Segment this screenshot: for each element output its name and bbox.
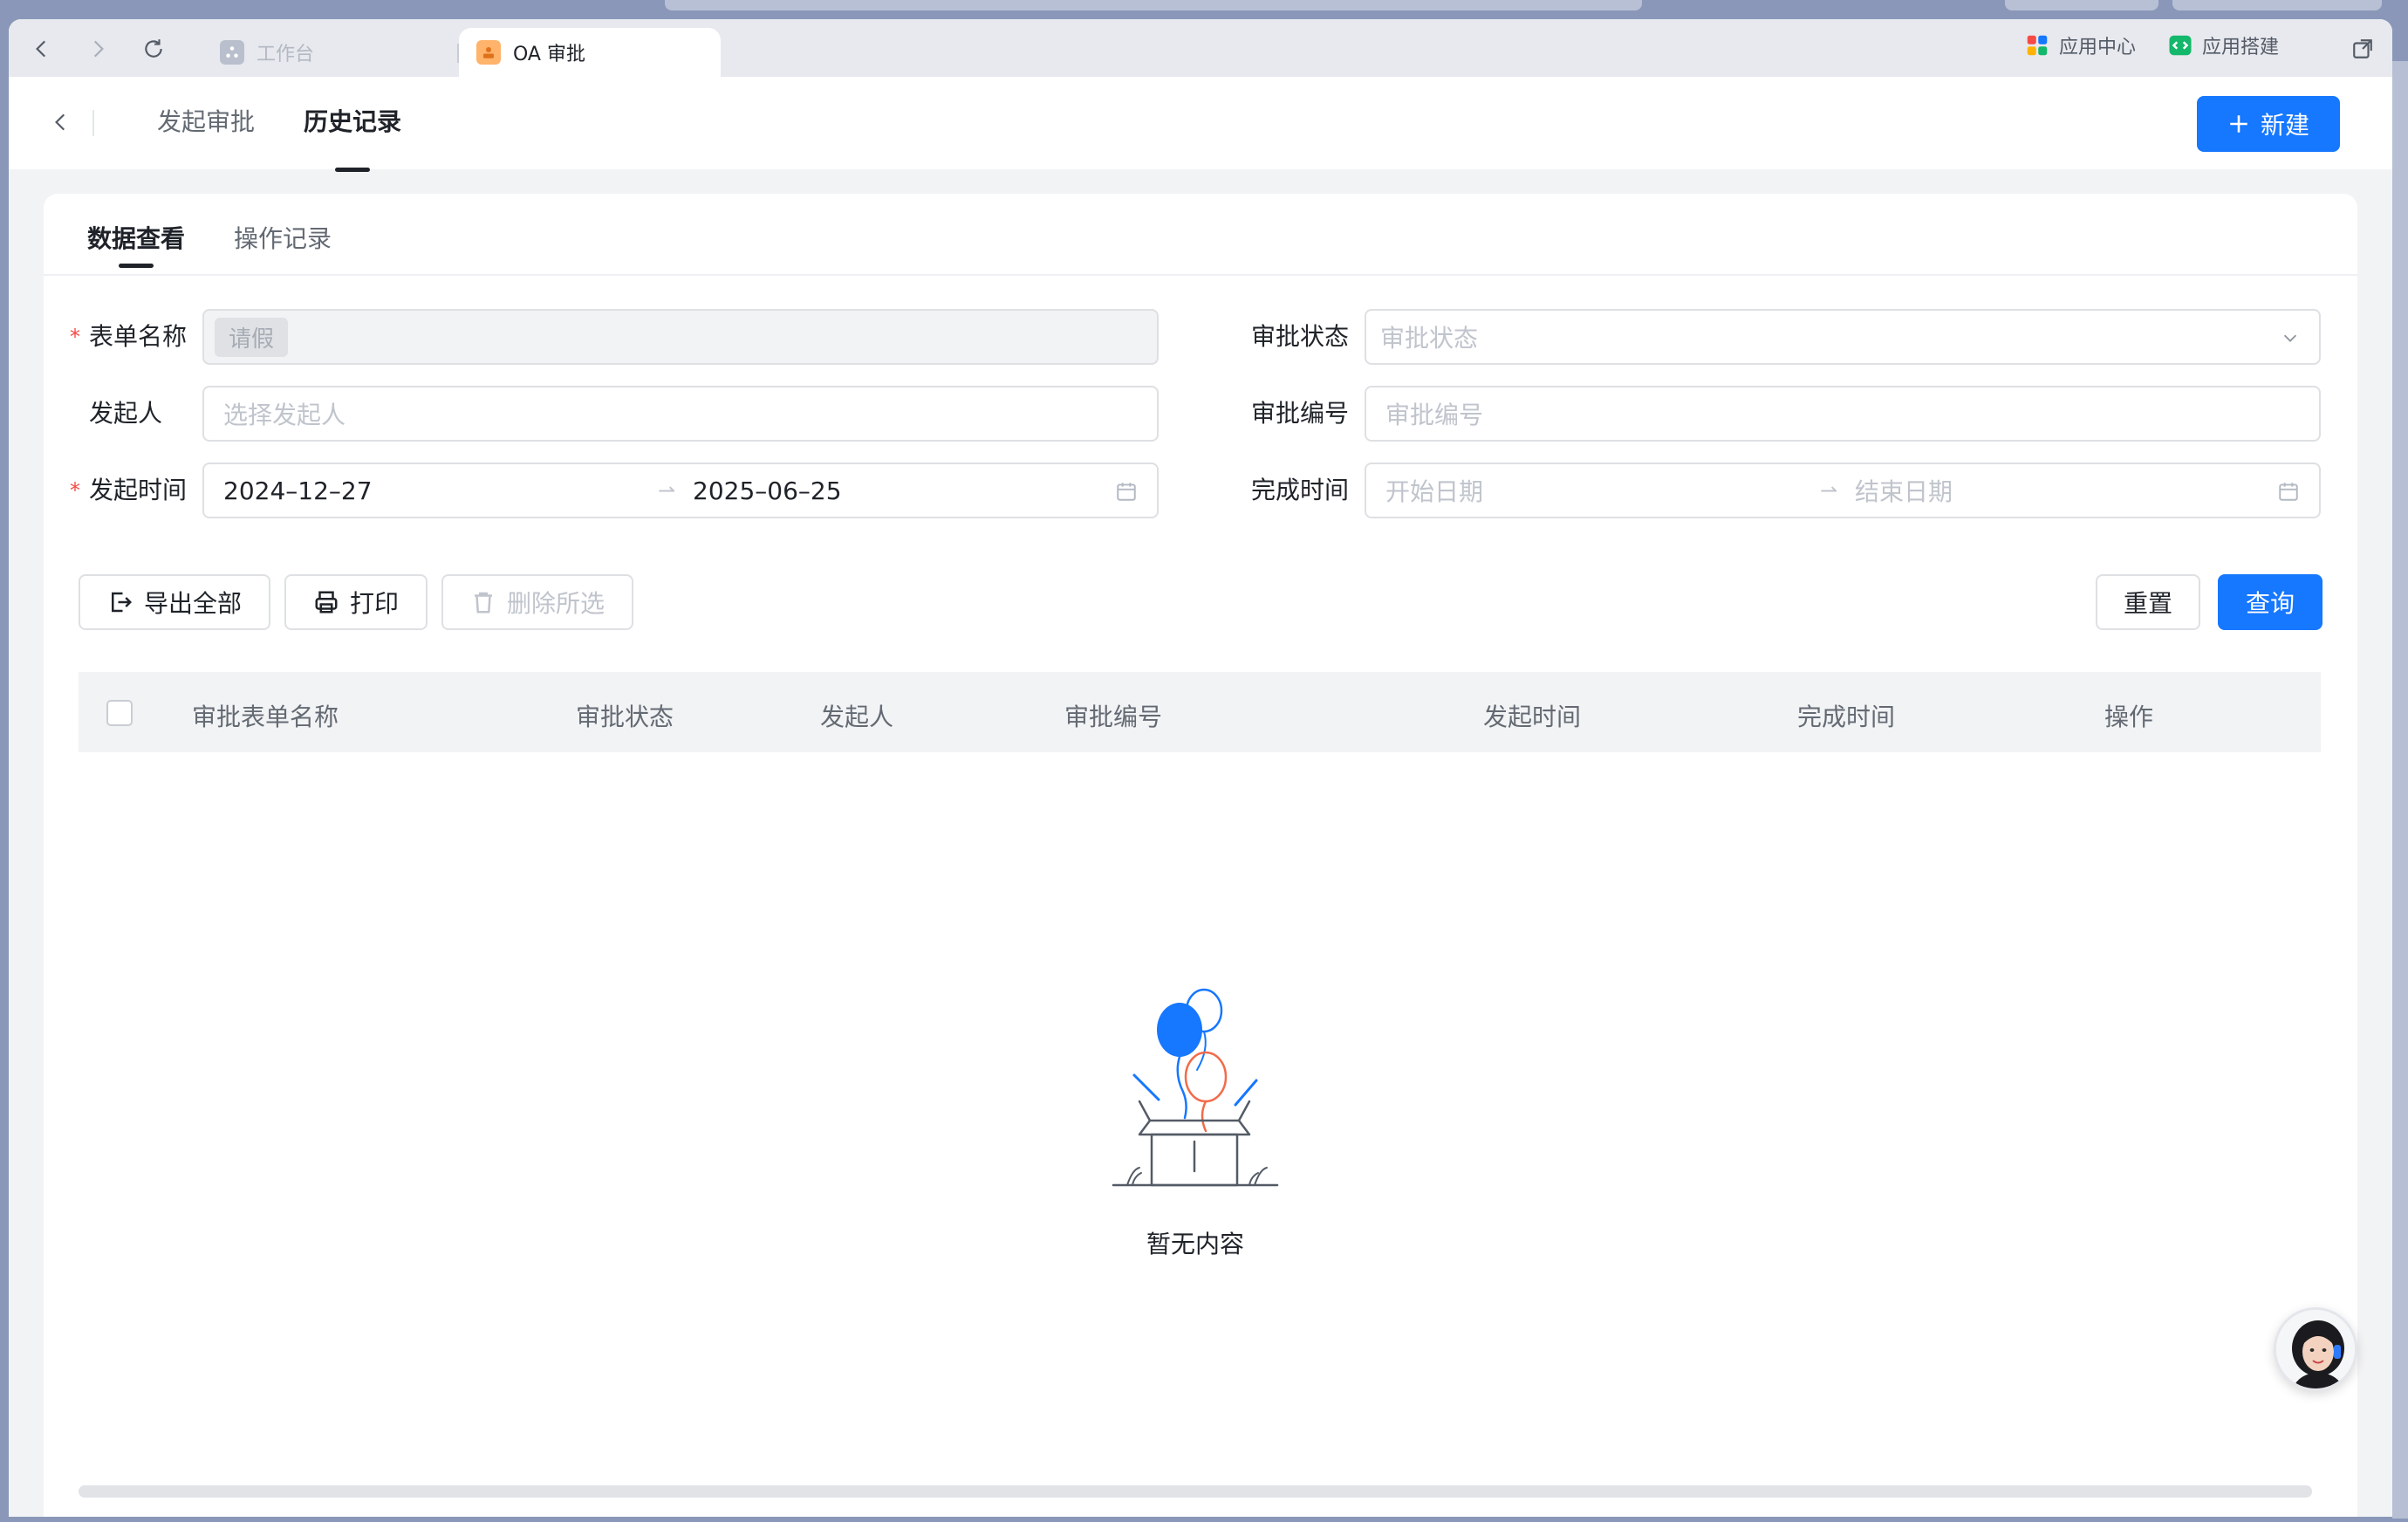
- new-button[interactable]: 新建: [2197, 96, 2340, 152]
- table-header: 审批表单名称 审批状态 发起人 审批编号 发起时间 完成时间 操作: [79, 672, 2321, 752]
- range-arrow-icon: ⇀: [1820, 478, 1838, 503]
- chevron-down-icon: [2283, 334, 2297, 342]
- new-button-label: 新建: [2260, 111, 2309, 140]
- finish-time-to[interactable]: 结束日期: [1855, 473, 1953, 508]
- required-mark: *: [70, 325, 80, 349]
- desktop-bar: [2005, 0, 2158, 10]
- subtab-data-view[interactable]: 数据查看: [87, 220, 185, 255]
- finish-time-label: 完成时间: [1251, 476, 1350, 504]
- required-mark: *: [70, 478, 80, 503]
- query-button[interactable]: 查询: [2218, 574, 2322, 630]
- code-label: 审批编号: [1251, 399, 1350, 428]
- form-name-tag: 请假: [215, 317, 289, 357]
- desktop-bar: [2172, 0, 2382, 10]
- app-builder-button[interactable]: 应用搭建: [2167, 31, 2279, 59]
- column-header[interactable]: 审批表单名称: [192, 698, 339, 733]
- back-arrow-icon[interactable]: [44, 105, 79, 140]
- reset-label: 重置: [2123, 589, 2172, 618]
- tab-start-approval[interactable]: 发起审批: [157, 103, 255, 138]
- trash-icon: [474, 592, 492, 614]
- delete-selected-label: 删除所选: [506, 589, 605, 618]
- column-header[interactable]: 审批编号: [1064, 698, 1162, 733]
- refresh-icon[interactable]: [138, 33, 169, 65]
- select-all-checkbox[interactable]: [106, 700, 133, 726]
- query-label: 查询: [2245, 589, 2295, 618]
- reset-button[interactable]: 重置: [2096, 574, 2200, 630]
- export-all-button[interactable]: 导出全部: [79, 574, 270, 630]
- main-card: 数据查看 操作记录 * 表单名称 请假 审批状态 审批状态 发起人 选择发起人 …: [44, 194, 2357, 1517]
- app-builder-label: 应用搭建: [2202, 37, 2280, 58]
- tab-label: 工作台: [257, 44, 315, 65]
- app-center-icon: [2027, 35, 2048, 56]
- column-header[interactable]: 审批状态: [576, 698, 674, 733]
- code-placeholder: 审批编号: [1385, 401, 1484, 429]
- initiator-input[interactable]: 选择发起人: [202, 386, 1159, 442]
- app-builder-icon: [2169, 35, 2192, 56]
- start-time-range[interactable]: 2024–12–27 ⇀ 2025–06–25: [202, 463, 1159, 518]
- subtab-operation-log[interactable]: 操作记录: [234, 220, 332, 255]
- status-placeholder: 审批状态: [1380, 324, 1479, 353]
- initiator-placeholder: 选择发起人: [223, 401, 346, 429]
- header-divider: [92, 110, 94, 136]
- app-header: 发起审批 历史记录 新建: [9, 77, 2392, 172]
- export-all-label: 导出全部: [143, 589, 242, 618]
- finish-time-from[interactable]: 开始日期: [1385, 473, 1483, 508]
- range-arrow-icon: ⇀: [658, 478, 676, 503]
- status-label: 审批状态: [1251, 322, 1350, 351]
- column-header[interactable]: 操作: [2104, 698, 2153, 733]
- browser-window: 工作台 OA 审批 应用中心 应用搭建 发起审批 历史记录 新建 数据查看 操作…: [9, 19, 2392, 1517]
- app-center-label: 应用中心: [2059, 37, 2137, 58]
- active-subtab-indicator: [119, 264, 154, 268]
- column-header[interactable]: 发起时间: [1483, 698, 1581, 733]
- tab-history[interactable]: 历史记录: [304, 103, 401, 138]
- tab-oa-approval[interactable]: OA 审批: [459, 28, 721, 77]
- status-select[interactable]: 审批状态: [1365, 309, 2321, 365]
- assistant-avatar[interactable]: [2274, 1307, 2357, 1391]
- open-external-icon[interactable]: [2347, 33, 2378, 65]
- tab-workbench[interactable]: 工作台: [202, 28, 461, 77]
- oa-app-icon: [476, 40, 501, 65]
- column-header[interactable]: 发起人: [820, 698, 893, 733]
- calendar-icon: [1117, 483, 1136, 501]
- forward-icon[interactable]: [82, 33, 113, 65]
- form-name-field: 请假: [202, 309, 1159, 365]
- calendar-icon: [2279, 483, 2298, 501]
- form-name-label: 表单名称: [89, 322, 188, 351]
- app-center-button[interactable]: 应用中心: [2024, 31, 2136, 59]
- desktop-bar: [665, 0, 1642, 10]
- workbench-icon: [220, 40, 244, 65]
- print-button[interactable]: 打印: [284, 574, 428, 630]
- start-time-from[interactable]: 2024–12–27: [223, 476, 373, 505]
- printer-icon: [315, 591, 338, 614]
- active-tab-indicator: [335, 168, 370, 172]
- initiator-label: 发起人: [89, 399, 163, 428]
- start-time-label: 发起时间: [89, 476, 188, 504]
- tab-label: OA 审批: [513, 44, 585, 65]
- browser-tabstrip: 工作台 OA 审批 应用中心 应用搭建: [9, 19, 2392, 77]
- back-icon[interactable]: [26, 33, 58, 65]
- column-header[interactable]: 完成时间: [1797, 698, 1895, 733]
- empty-state-illustration: [1112, 988, 1279, 1187]
- subtabs: 数据查看 操作记录: [44, 194, 2357, 276]
- start-time-to[interactable]: 2025–06–25: [693, 476, 842, 505]
- empty-state-text: 暂无内容: [1146, 1230, 1244, 1258]
- window-edge: [2392, 61, 2408, 1519]
- finish-time-range[interactable]: 开始日期 ⇀ 结束日期: [1365, 463, 2321, 518]
- export-icon: [111, 592, 133, 613]
- horizontal-scrollbar[interactable]: [79, 1485, 2312, 1498]
- delete-selected-button[interactable]: 删除所选: [441, 574, 633, 630]
- plus-icon: [2230, 115, 2247, 133]
- code-input[interactable]: 审批编号: [1365, 386, 2321, 442]
- print-label: 打印: [349, 589, 399, 618]
